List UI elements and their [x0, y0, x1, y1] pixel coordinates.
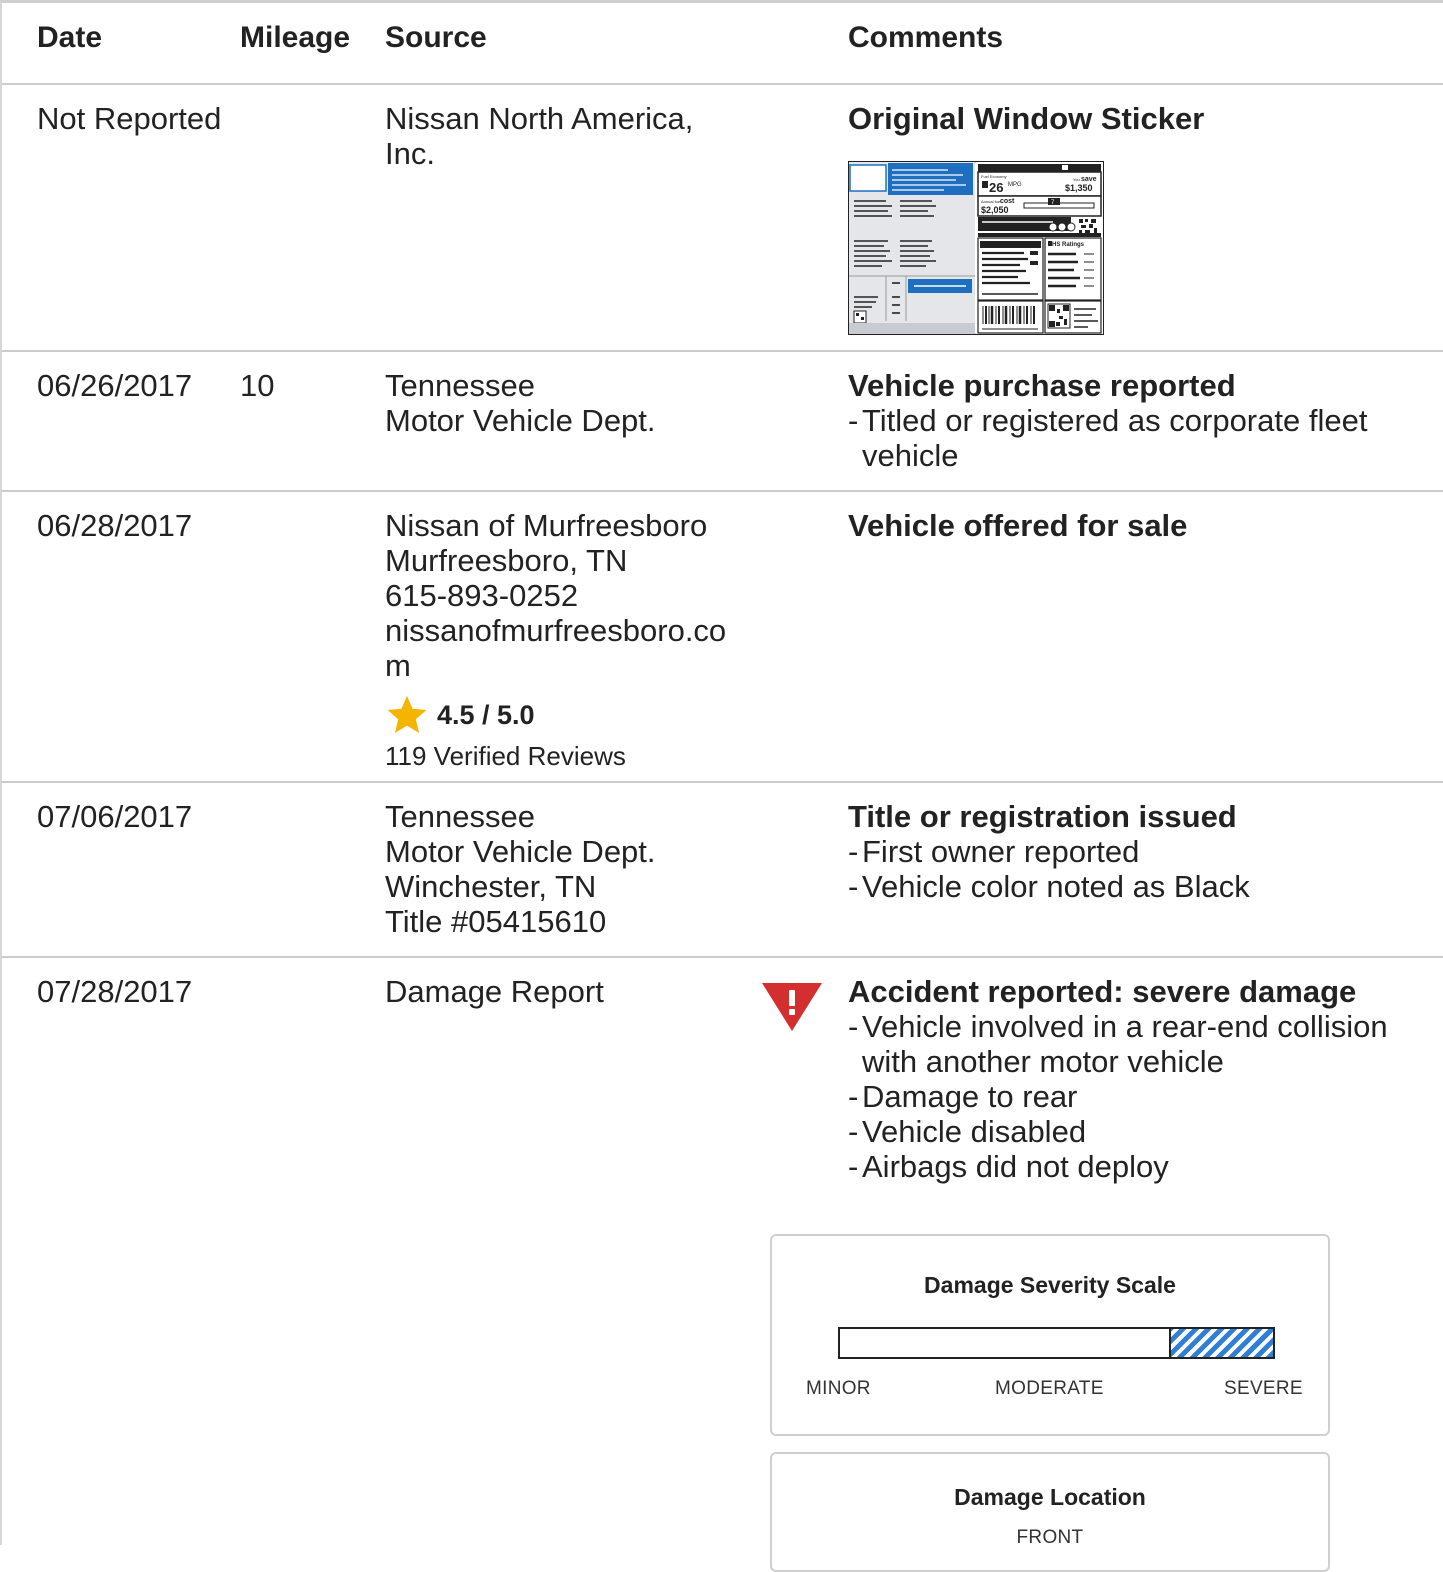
source-line: Winchester, TN — [385, 869, 597, 904]
row-source: Nissan North America, Inc. — [385, 101, 755, 171]
scale-label-severe: SEVERE — [1224, 1378, 1303, 1399]
location-front-label: FRONT — [1016, 1527, 1084, 1548]
comment-title: Original Window Sticker — [848, 101, 1205, 136]
comment-item: - Vehicle involved in a rear-end collisio… — [848, 1009, 1388, 1079]
damage-location-panel: Damage Location FRONT — [770, 1452, 1330, 1572]
source-line: Title #05415610 — [385, 904, 607, 939]
svg-text:Fuel Economy: Fuel Economy — [981, 174, 1007, 179]
col-header-source: Source — [385, 21, 487, 54]
row-source: Tennessee Motor Vehicle Dept. — [385, 368, 755, 438]
row-source: Nissan of Murfreesboro Murfreesboro, TN … — [385, 508, 755, 774]
row-date: 07/28/2017 — [37, 974, 193, 1009]
source-line: Nissan North America, — [385, 101, 694, 136]
comment-item: - Damage to rear — [848, 1079, 1078, 1114]
row-comments: Accident reported: severe damage - Vehicl… — [848, 974, 1418, 1184]
dealer-rating[interactable]: 4.5 / 5.0 — [385, 693, 755, 737]
row-comments: Title or registration issued - First owne… — [848, 799, 1418, 904]
comment-item: - Vehicle disabled — [848, 1114, 1087, 1149]
warning-triangle-icon — [762, 983, 822, 1031]
comment-list: - Vehicle involved in a rear-end collisio… — [848, 1009, 1418, 1184]
table-row: Not Reported Nissan North America, Inc. … — [2, 85, 1443, 352]
row-date: 06/26/2017 — [37, 368, 193, 403]
col-header-date: Date — [37, 21, 103, 54]
row-date: 07/06/2017 — [37, 799, 193, 834]
col-header-comments: Comments — [848, 21, 1004, 54]
svg-text:You: You — [1073, 177, 1080, 182]
svg-text:HS Ratings: HS Ratings — [1052, 242, 1085, 248]
source-line: Motor Vehicle Dept. — [385, 403, 656, 438]
scale-label-minor: MINOR — [806, 1378, 871, 1399]
svg-text:cost: cost — [1000, 198, 1015, 205]
dealer-website-link[interactable]: nissanofmurfreesboro.co — [385, 613, 755, 648]
panel-title: Damage Location — [954, 1484, 1146, 1510]
dealer-phone[interactable]: 615-893-0252 — [385, 578, 755, 613]
comment-item: - Titled or registered as corporate fleet… — [848, 403, 1368, 473]
table-row: 06/28/2017 Nissan of Murfreesboro Murfre… — [2, 492, 1443, 783]
svg-text:Annual fuel: Annual fuel — [981, 199, 1001, 204]
svg-text:$2,050: $2,050 — [981, 205, 1009, 215]
window-sticker-thumbnail[interactable]: Fuel Economy 26 MPG You save $1,350 Annu… — [848, 161, 1104, 335]
row-mileage: 10 — [240, 368, 275, 403]
severity-bar-fill — [1169, 1329, 1273, 1357]
comment-title: Title or registration issued — [848, 799, 1237, 834]
comment-title: Vehicle purchase reported — [848, 368, 1236, 403]
sticker-mpg: 26 — [989, 180, 1003, 195]
source-line: Tennessee — [385, 799, 535, 834]
comment-item: - First owner reported — [848, 834, 1140, 869]
comment-list: - Titled or registered as corporate fleet… — [848, 403, 1418, 473]
row-date: 06/28/2017 — [37, 508, 193, 543]
dealer-website-link-cont[interactable]: m — [385, 648, 755, 683]
table-row: 07/06/2017 Tennessee Motor Vehicle Dept.… — [2, 783, 1443, 958]
comment-item: - Vehicle color noted as Black — [848, 869, 1250, 904]
row-source: Damage Report — [385, 974, 755, 1009]
dealer-name-link[interactable]: Nissan of Murfreesboro — [385, 508, 755, 543]
source-line: Tennessee — [385, 368, 535, 403]
source-line: Damage Report — [385, 974, 604, 1009]
table-header: Date Mileage Source Comments — [2, 3, 1443, 85]
comment-title: Vehicle offered for sale — [848, 508, 1188, 543]
source-line: Motor Vehicle Dept. — [385, 834, 656, 869]
panel-title: Damage Severity Scale — [924, 1272, 1176, 1298]
star-icon — [387, 695, 427, 733]
rating-score: 4.5 / 5.0 — [437, 699, 535, 730]
verified-reviews-link[interactable]: 119 Verified Reviews — [385, 739, 755, 774]
comment-item: - Airbags did not deploy — [848, 1149, 1169, 1184]
report-table: Date Mileage Source Comments Not Reporte… — [0, 0, 1443, 1572]
svg-text:$1,350: $1,350 — [1065, 183, 1093, 193]
row-date: Not Reported — [37, 101, 222, 136]
svg-text:MPG: MPG — [1008, 182, 1022, 188]
source-line: Inc. — [385, 136, 435, 171]
comment-title: Accident reported: severe damage — [848, 974, 1357, 1009]
svg-text:save: save — [1081, 176, 1097, 183]
severity-bar — [838, 1327, 1275, 1359]
damage-severity-panel: Damage Severity Scale MINOR MODERATE SEV… — [770, 1234, 1330, 1436]
row-source: Tennessee Motor Vehicle Dept. Winchester… — [385, 799, 755, 939]
scale-label-moderate: MODERATE — [995, 1378, 1104, 1399]
row-comments: Vehicle purchase reported - Titled or reg… — [848, 368, 1418, 473]
comment-list: - First owner reported - Vehicle color not… — [848, 834, 1418, 904]
table-row: 06/26/2017 10 Tennessee Motor Vehicle De… — [2, 352, 1443, 492]
col-header-mileage: Mileage — [240, 21, 351, 54]
source-line: Murfreesboro, TN — [385, 543, 628, 578]
